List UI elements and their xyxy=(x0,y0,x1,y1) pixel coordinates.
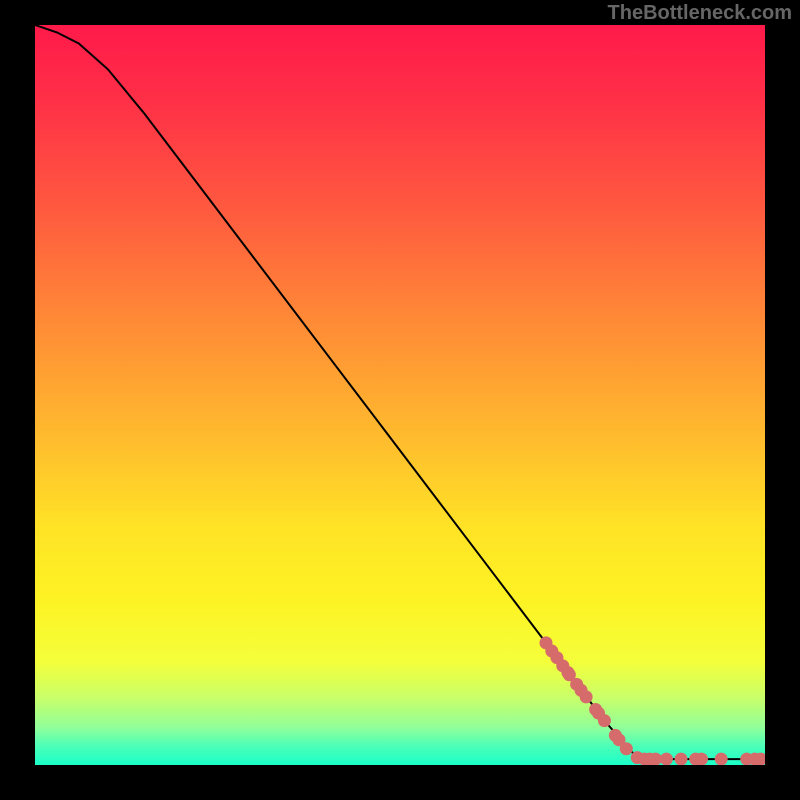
data-marker xyxy=(715,753,728,765)
watermark-text: TheBottleneck.com xyxy=(608,2,792,25)
data-marker xyxy=(580,690,593,703)
data-marker xyxy=(598,714,611,727)
data-marker xyxy=(675,753,688,765)
chart-background xyxy=(35,25,765,765)
data-marker xyxy=(620,742,633,755)
data-marker xyxy=(660,753,673,765)
data-marker xyxy=(695,753,708,765)
chart-plot-area xyxy=(35,25,765,765)
chart-svg xyxy=(35,25,765,765)
